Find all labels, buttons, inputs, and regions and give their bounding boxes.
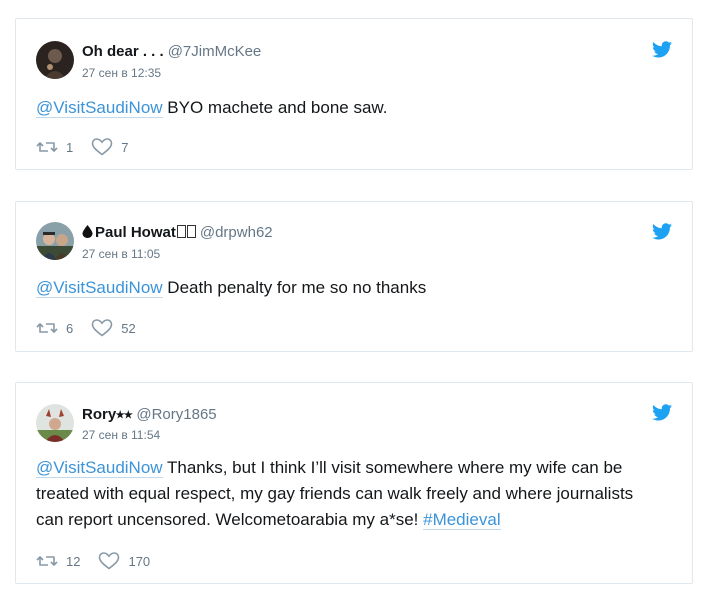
tweet-actions: 6 52 [36,319,154,337]
like-button[interactable]: 170 [98,552,150,570]
twitter-bird-icon[interactable] [652,41,672,58]
tweet-date[interactable]: 27 сен в 12:35 [82,66,161,80]
heart-icon [99,552,120,570]
retweet-count: 1 [66,139,74,155]
retweet-button[interactable]: 12 [36,553,80,569]
like-button[interactable]: 7 [91,138,128,156]
retweet-icon [36,323,58,333]
hashtag-link[interactable]: #Medieval [423,510,501,530]
tweet-card: Rory⭑⭑ @Rory1865 27 сен в 11:54 @VisitSau… [15,382,693,584]
author-handle[interactable]: @Rory1865 [136,406,216,423]
retweet-button[interactable]: 6 [36,320,73,336]
tweet-card: Paul Howat @drpwh62 27 сен в 11:05 @Visit… [15,201,693,352]
tweet-text: @VisitSaudiNow Death penalty for me so n… [36,275,664,301]
twitter-bird-icon[interactable] [652,223,672,240]
author-line: Paul Howat @drpwh62 [82,224,273,241]
author-name[interactable]: Paul Howat [95,224,176,241]
like-count: 52 [121,320,136,336]
avatar[interactable] [36,41,74,79]
retweet-count: 12 [66,553,81,569]
author-name[interactable]: Oh dear . . . [82,43,164,60]
author-line: Rory⭑⭑ @Rory1865 [82,406,217,423]
retweet-icon [36,142,58,152]
author-name[interactable]: Rory⭑⭑ [82,406,132,423]
heart-icon [91,319,113,337]
tweet-date[interactable]: 27 сен в 11:05 [82,247,160,261]
author-line: Oh dear . . . @7JimMcKee [82,43,261,60]
author-handle[interactable]: @drpwh62 [200,224,273,241]
heart-icon [91,138,113,156]
tweet-card: Oh dear . . . @7JimMcKee 27 сен в 12:35 @… [15,18,693,170]
tweet-text: @VisitSaudiNow BYO machete and bone saw. [36,95,664,121]
mention-link[interactable]: @VisitSaudiNow [36,278,163,298]
like-button[interactable]: 52 [91,319,136,337]
retweet-icon [36,556,58,566]
retweet-button[interactable]: 1 [36,139,73,155]
tweet-actions: 1 7 [36,138,146,156]
like-count: 170 [128,553,151,569]
tweet-body: BYO machete and bone saw. [162,98,388,117]
retweet-count: 6 [66,320,74,336]
unsupported-glyph-icon [176,225,186,238]
droplet-icon [82,225,93,238]
unsupported-glyph-icon [186,225,196,238]
like-count: 7 [121,139,129,155]
author-handle[interactable]: @7JimMcKee [168,43,262,60]
tweet-date[interactable]: 27 сен в 11:54 [82,428,160,442]
twitter-bird-icon[interactable] [652,404,672,421]
tweet-text: @VisitSaudiNow Thanks, but I think I’ll … [36,455,664,533]
mention-link[interactable]: @VisitSaudiNow [36,98,163,118]
avatar[interactable] [36,222,74,260]
tweet-actions: 12 170 [36,552,168,570]
tweet-body: Death penalty for me so no thanks [162,278,427,297]
avatar[interactable] [36,404,74,442]
mention-link[interactable]: @VisitSaudiNow [36,458,163,478]
